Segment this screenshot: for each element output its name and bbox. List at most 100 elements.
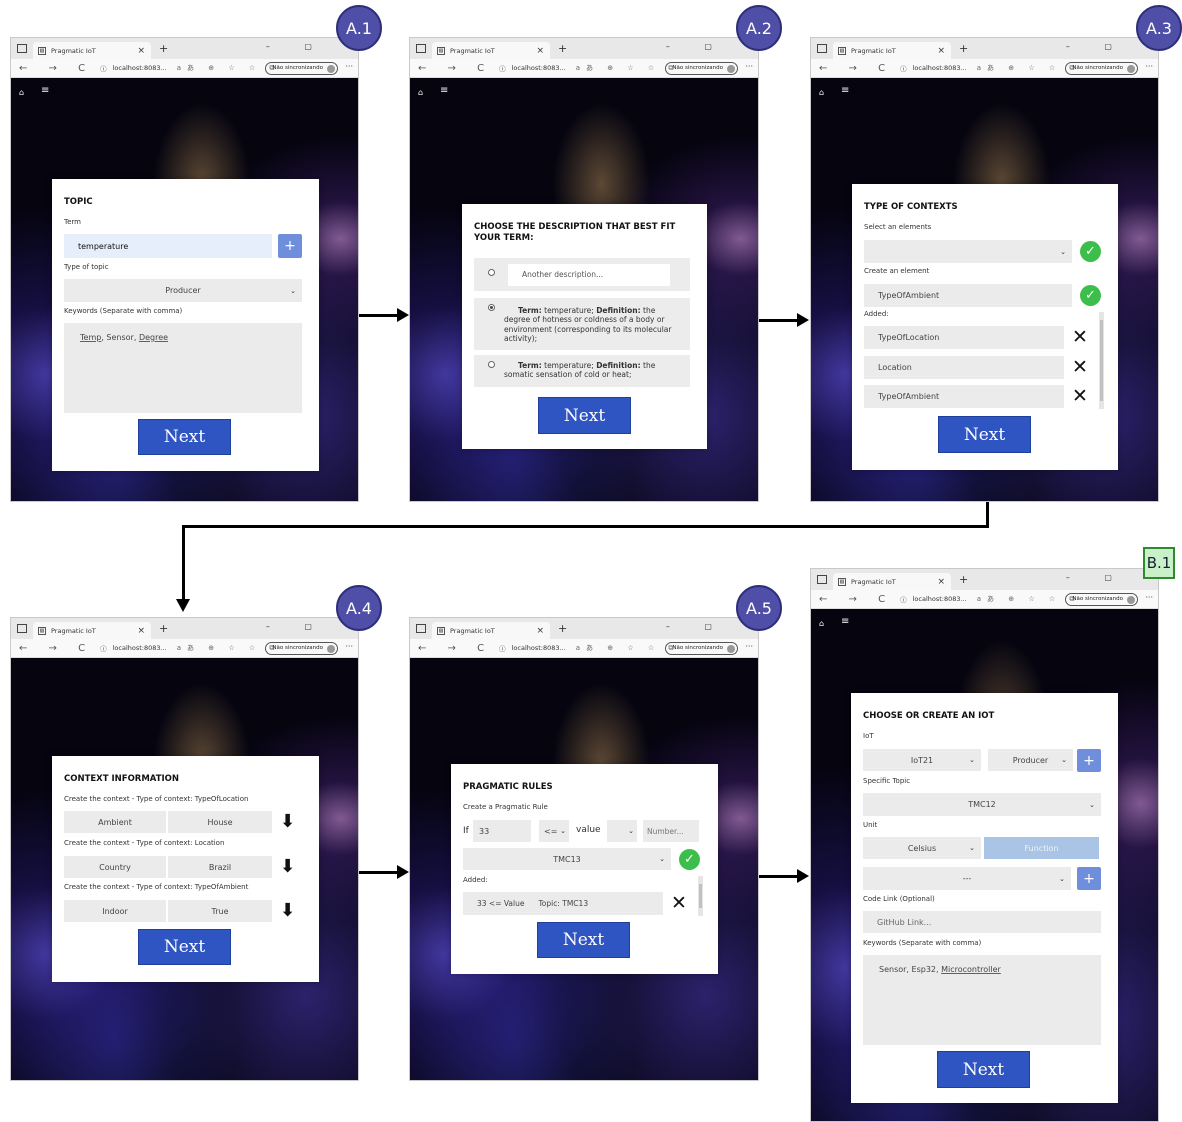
next-button[interactable]: Next xyxy=(538,397,631,434)
navigation-icons[interactable]: ← → C xyxy=(819,594,894,605)
url-field[interactable]: localhost:8083... xyxy=(913,595,967,603)
keywords-textarea[interactable]: Temp, Sensor, Degree xyxy=(64,323,302,413)
create-element-input[interactable]: TypeOfAmbient xyxy=(864,284,1072,307)
down-arrow-icon[interactable]: ⬇ xyxy=(280,858,295,876)
menu-icon[interactable]: ≡ xyxy=(841,85,849,96)
option-2[interactable]: Term: temperature; Definition: the somat… xyxy=(474,355,690,387)
iot-type-select[interactable]: Producer ⌄ xyxy=(988,749,1073,771)
element-select[interactable]: ⌄ xyxy=(864,240,1072,263)
browser-tab[interactable]: ▧ Pragmatic IoT × xyxy=(833,42,951,59)
added-scrollbar[interactable] xyxy=(698,876,703,916)
more-icon[interactable]: ··· xyxy=(745,642,753,651)
info-icon[interactable]: ⓘ xyxy=(499,63,506,73)
new-tab-icon[interactable]: + xyxy=(558,622,567,635)
down-arrow-icon[interactable]: ⬇ xyxy=(280,902,295,920)
navigation-icons[interactable]: ← → C xyxy=(418,63,493,74)
window-menu-icon[interactable] xyxy=(817,44,827,53)
window-menu-icon[interactable] xyxy=(17,44,27,53)
context-right-field[interactable]: True xyxy=(168,900,272,922)
option-other[interactable]: Another description... xyxy=(474,258,690,291)
radio-option-1[interactable] xyxy=(488,304,495,311)
new-tab-icon[interactable]: + xyxy=(159,622,168,635)
toolbar-icons[interactable]: aあ ⊕ ☆ ☆ ⧉ xyxy=(576,643,680,653)
navigation-icons[interactable]: ← → C xyxy=(19,63,94,74)
confirm-create-icon[interactable]: ✓ xyxy=(1080,285,1101,306)
menu-icon[interactable]: ≡ xyxy=(440,85,448,96)
browser-tab[interactable]: ▧ Pragmatic IoT × xyxy=(33,622,151,639)
topic-select[interactable]: TMC13 ⌄ xyxy=(463,848,671,870)
browser-tab[interactable]: ▧ Pragmatic IoT × xyxy=(33,42,151,59)
operator-select[interactable]: <= ⌄ xyxy=(539,820,569,842)
context-left-field[interactable]: Country xyxy=(64,856,166,878)
info-icon[interactable]: ⓘ xyxy=(499,643,506,653)
sync-button[interactable]: Não sincronizando xyxy=(1065,593,1138,606)
sync-button[interactable]: Não sincronizando xyxy=(265,642,338,655)
option-1[interactable]: Term: temperature; Definition: the degre… xyxy=(474,298,690,350)
menu-icon[interactable]: ≡ xyxy=(41,85,49,96)
keywords-textarea[interactable]: Sensor, Esp32, Microcontroller xyxy=(863,955,1101,1045)
url-field[interactable]: localhost:8083... xyxy=(113,64,167,72)
home-icon[interactable]: ⌂ xyxy=(19,88,24,97)
more-icon[interactable]: ··· xyxy=(345,642,353,651)
next-button[interactable]: Next xyxy=(138,419,231,455)
tab-close-icon[interactable]: × xyxy=(536,46,544,56)
function-select[interactable]: --- ⌄ xyxy=(863,867,1071,890)
other-description-input[interactable]: Another description... xyxy=(508,264,670,286)
more-icon[interactable]: ··· xyxy=(345,62,353,71)
info-icon[interactable]: ⓘ xyxy=(100,643,107,653)
new-tab-icon[interactable]: + xyxy=(959,573,968,586)
tab-close-icon[interactable]: × xyxy=(137,46,145,56)
sync-button[interactable]: Não sincronizando xyxy=(665,62,738,75)
down-arrow-icon[interactable]: ⬇ xyxy=(280,813,295,831)
specific-topic-select[interactable]: TMC12 ⌄ xyxy=(863,793,1101,816)
more-icon[interactable]: ··· xyxy=(1145,62,1153,71)
url-field[interactable]: localhost:8083... xyxy=(512,644,566,652)
info-icon[interactable]: ⓘ xyxy=(100,63,107,73)
new-tab-icon[interactable]: + xyxy=(558,42,567,55)
browser-tab[interactable]: ▧ Pragmatic IoT × xyxy=(432,42,550,59)
radio-option-2[interactable] xyxy=(488,361,495,368)
radio-other[interactable] xyxy=(488,269,495,276)
remove-icon[interactable]: ✕ xyxy=(671,894,687,913)
tab-close-icon[interactable]: × xyxy=(937,577,945,587)
value-select[interactable]: ⌄ xyxy=(607,820,637,842)
confirm-rule-icon[interactable]: ✓ xyxy=(679,849,700,870)
if-value-input[interactable]: 33 xyxy=(473,820,531,842)
new-tab-icon[interactable]: + xyxy=(159,42,168,55)
navigation-icons[interactable]: ← → C xyxy=(819,63,894,74)
more-icon[interactable]: ··· xyxy=(1145,593,1153,602)
url-field[interactable]: localhost:8083... xyxy=(113,644,167,652)
add-function-button[interactable]: + xyxy=(1077,867,1101,890)
added-scrollbar[interactable] xyxy=(1099,312,1104,409)
home-icon[interactable]: ⌂ xyxy=(418,88,423,97)
code-link-input[interactable]: GitHub Link... xyxy=(863,911,1101,933)
window-menu-icon[interactable] xyxy=(416,44,426,53)
more-icon[interactable]: ··· xyxy=(745,62,753,71)
browser-tab[interactable]: ▧ Pragmatic IoT × xyxy=(432,622,550,639)
window-controls[interactable]: – ▢ xyxy=(666,622,728,631)
window-controls[interactable]: – ▢ xyxy=(1066,42,1128,51)
window-controls[interactable]: – ▢ xyxy=(1066,573,1128,582)
tab-close-icon[interactable]: × xyxy=(937,46,945,56)
tab-close-icon[interactable]: × xyxy=(137,626,145,636)
type-select[interactable]: Producer ⌄ xyxy=(64,279,302,302)
next-button[interactable]: Next xyxy=(138,929,231,965)
add-iot-button[interactable]: + xyxy=(1077,749,1101,772)
remove-icon[interactable]: ✕ xyxy=(1072,328,1088,347)
sync-button[interactable]: Não sincronizando xyxy=(665,642,738,655)
window-menu-icon[interactable] xyxy=(17,624,27,633)
window-controls[interactable]: – ▢ xyxy=(266,42,328,51)
context-left-field[interactable]: Indoor xyxy=(64,900,166,922)
url-field[interactable]: localhost:8083... xyxy=(913,64,967,72)
home-icon[interactable]: ⌂ xyxy=(819,88,824,97)
next-button[interactable]: Next xyxy=(937,1051,1030,1088)
browser-tab[interactable]: ▧ Pragmatic IoT × xyxy=(833,573,951,590)
confirm-select-icon[interactable]: ✓ xyxy=(1080,241,1101,262)
function-button[interactable]: Function xyxy=(984,837,1099,859)
info-icon[interactable]: ⓘ xyxy=(900,594,907,604)
window-controls[interactable]: – ▢ xyxy=(666,42,728,51)
window-controls[interactable]: – ▢ xyxy=(266,622,328,631)
tab-close-icon[interactable]: × xyxy=(536,626,544,636)
navigation-icons[interactable]: ← → C xyxy=(418,643,493,654)
term-input[interactable]: temperature xyxy=(64,234,272,258)
